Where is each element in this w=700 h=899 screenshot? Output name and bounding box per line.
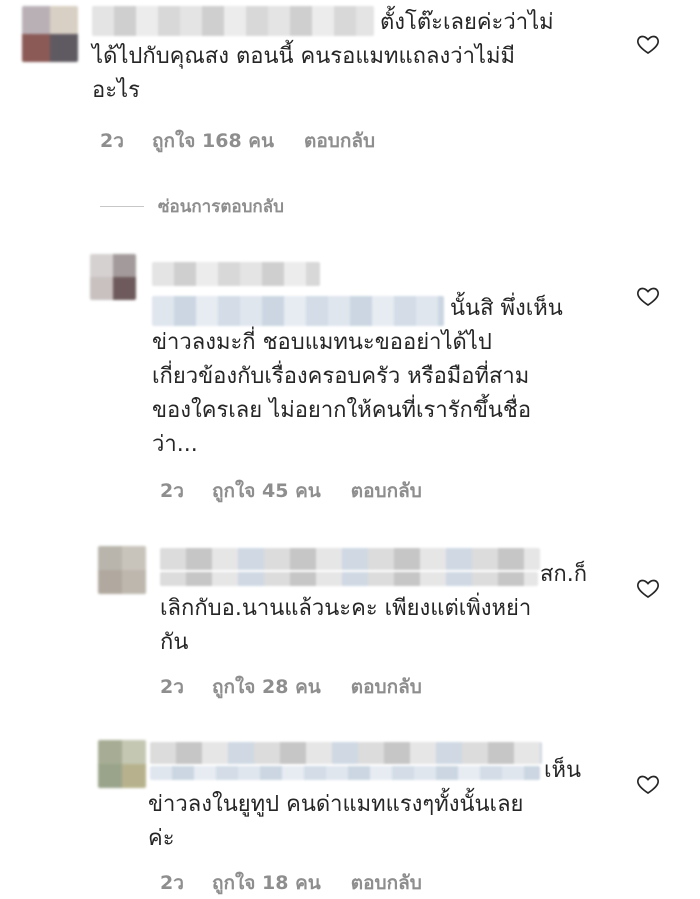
reply-button[interactable]: ตอบกลับ [304, 126, 375, 156]
avatar[interactable] [90, 254, 136, 300]
heart-icon[interactable] [636, 284, 660, 308]
username-blurred[interactable] [152, 262, 320, 286]
hide-replies-label[interactable]: ซ่อนการตอบกลับ [158, 193, 284, 220]
divider-line [100, 206, 144, 207]
heart-icon[interactable] [636, 772, 660, 796]
avatar[interactable] [98, 546, 146, 594]
avatar[interactable] [22, 6, 78, 62]
reply-button[interactable]: ตอบกลับ [351, 476, 422, 506]
comment-2: นั้นสิ พึ่งเห็น ข่าวลงมะกี่ ชอบแมทนะขออย… [0, 250, 700, 510]
heart-icon[interactable] [636, 576, 660, 600]
comment-time: 2ว [100, 130, 124, 152]
comment-text: เห็น ข่าวลงในยูทูป คนด่าแมทแรงๆทั้งนั้นเ… [148, 758, 582, 851]
comment-meta: 2ว ถูกใจ 18 คน ตอบกลับ [160, 868, 422, 898]
comment-time: 2ว [160, 480, 184, 502]
comment-text: นั้นสิ พึ่งเห็น ข่าวลงมะกี่ ชอบแมทนะขออย… [152, 296, 563, 457]
like-count[interactable]: ถูกใจ 168 คน [152, 126, 274, 156]
comment-time: 2ว [160, 872, 184, 894]
comment-meta: 2ว ถูกใจ 28 คน ตอบกลับ [160, 672, 422, 702]
comment-meta: 2ว ถูกใจ 168 คน ตอบกลับ [100, 126, 375, 156]
comment-meta: 2ว ถูกใจ 45 คน ตอบกลับ [160, 476, 422, 506]
like-count[interactable]: ถูกใจ 45 คน [212, 476, 321, 506]
comment-time: 2ว [160, 676, 184, 698]
reply-button[interactable]: ตอบกลับ [351, 672, 422, 702]
avatar[interactable] [98, 740, 146, 788]
like-count[interactable]: ถูกใจ 18 คน [212, 868, 321, 898]
comment-3: สก.ก็ เลิกกับอ.นานแล้วนะคะ เพียงแต่เพิ่ง… [0, 540, 700, 710]
comment-text: ตั้งโต๊ะเลยค่ะว่าไม่ ได้ไปกับคุณสง ตอนนี… [92, 10, 554, 103]
like-count[interactable]: ถูกใจ 28 คน [212, 672, 321, 702]
hide-replies-toggle[interactable]: ซ่อนการตอบกลับ [100, 193, 284, 220]
comment-4: เห็น ข่าวลงในยูทูป คนด่าแมทแรงๆทั้งนั้นเ… [0, 736, 700, 896]
heart-icon[interactable] [636, 32, 660, 56]
reply-button[interactable]: ตอบกลับ [351, 868, 422, 898]
comment-1: ตั้งโต๊ะเลยค่ะว่าไม่ ได้ไปกับคุณสง ตอนนี… [0, 0, 700, 160]
comment-text: สก.ก็ เลิกกับอ.นานแล้วนะคะ เพียงแต่เพิ่ง… [160, 562, 588, 655]
